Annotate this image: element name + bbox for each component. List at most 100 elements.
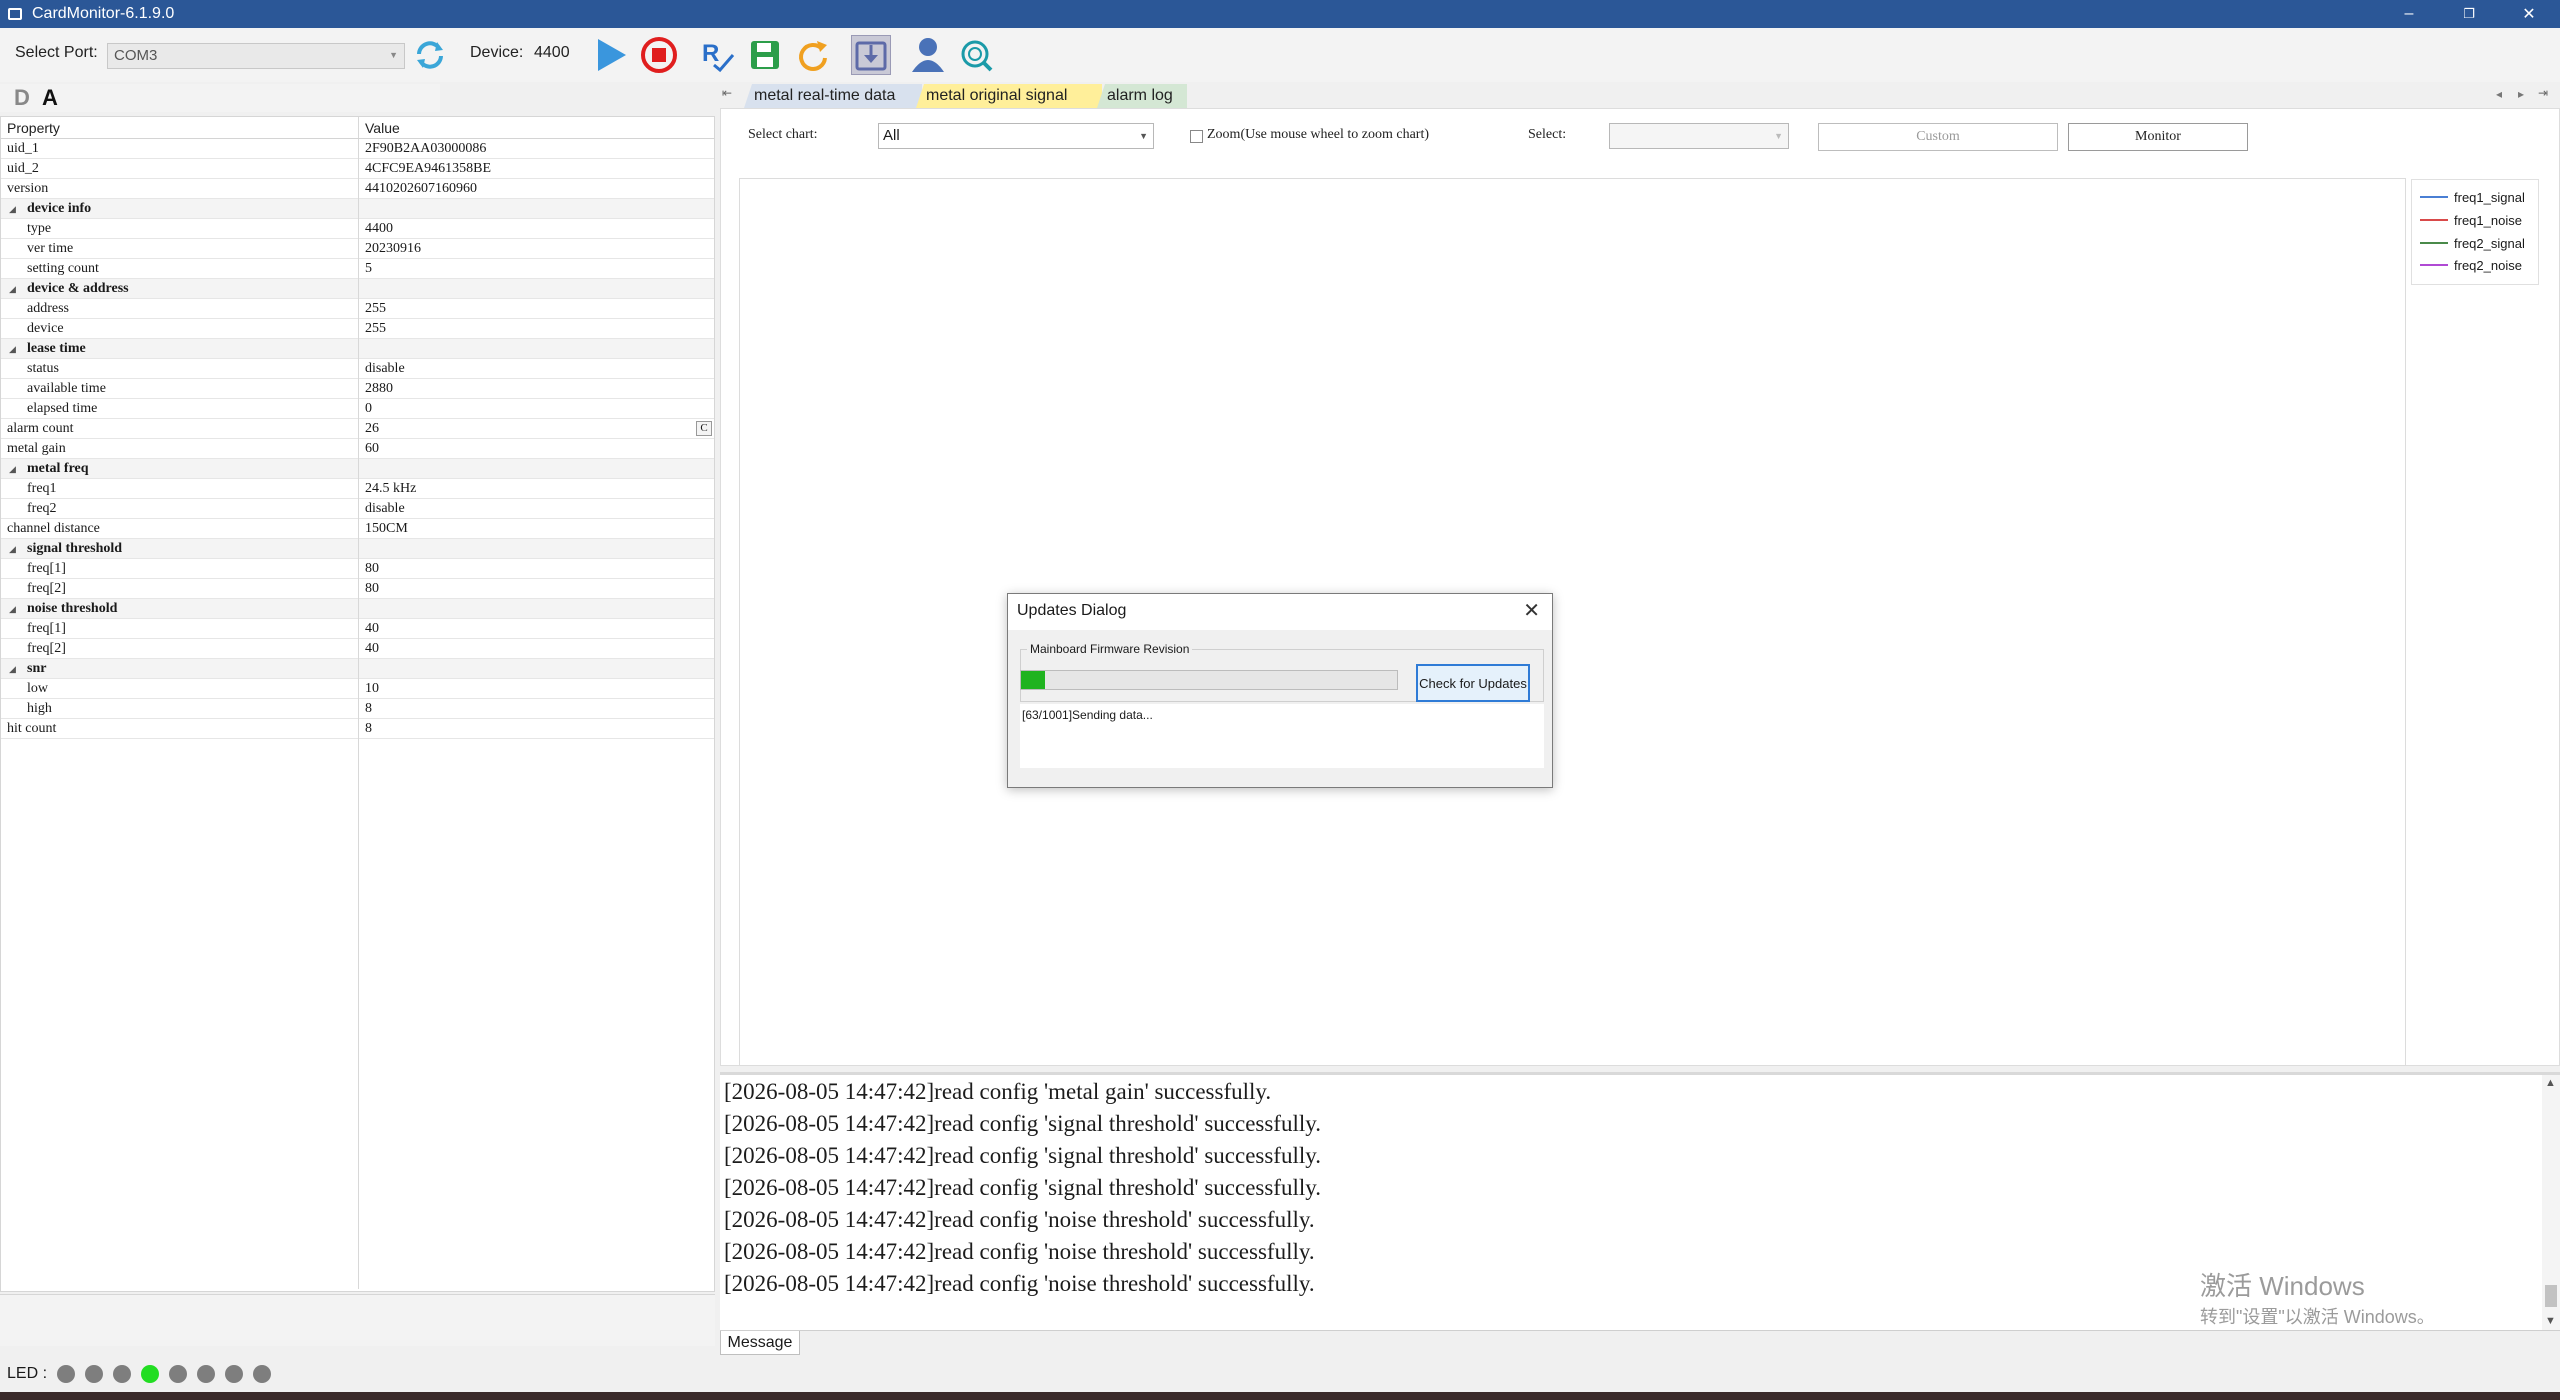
close-button[interactable]: ✕ [2500, 0, 2558, 28]
firmware-update-button[interactable] [851, 35, 891, 75]
tab-metal-original-signal[interactable]: metal original signal [916, 84, 1102, 108]
tab-alarm-log[interactable]: alarm log [1097, 84, 1187, 108]
log-line: [2026-08-05 14:47:42]read config 'signal… [724, 1111, 1322, 1136]
taskbar [0, 1392, 2560, 1400]
tab-next-icon[interactable]: ▸ [2518, 87, 2524, 101]
chart-legend: freq1_signal freq1_noise freq2_signal fr… [2411, 179, 2539, 285]
dialog-body: Mainboard Firmware Revision Check for Up… [1008, 630, 1552, 787]
start-button[interactable] [591, 35, 631, 75]
log-line: [2026-08-05 14:47:42]read config 'metal … [724, 1079, 1272, 1104]
scroll-left-icon[interactable]: ⇤ [722, 86, 732, 100]
minimize-button[interactable]: – [2380, 0, 2438, 28]
collapse-icon[interactable]: ◢ [9, 199, 16, 219]
legend-swatch [2420, 264, 2448, 266]
log-line: [2026-08-05 14:47:42]read config 'signal… [724, 1143, 1322, 1168]
clear-alarm-count-button[interactable]: C [696, 421, 712, 436]
refresh-ports-button[interactable] [410, 35, 450, 75]
scroll-up-icon[interactable]: ▲ [2545, 1077, 2556, 1089]
title-bar: CardMonitor-6.1.9.0 – ❐ ✕ [0, 0, 2560, 28]
port-value: COM3 [114, 47, 158, 64]
reload-icon [799, 41, 827, 71]
user-button[interactable] [908, 35, 948, 75]
custom-button[interactable]: Custom [1818, 123, 2058, 151]
collapse-icon[interactable]: ◢ [9, 279, 16, 299]
tab-strip: ⇤ metal real-time data metal original si… [720, 84, 2560, 108]
property-grid: Property Value uid_1 2F90B2AA03000086 uid… [0, 116, 715, 1292]
chart-plot-area[interactable] [739, 178, 2406, 1066]
led-indicator [85, 1365, 104, 1383]
tab-prev-icon[interactable]: ◂ [2496, 87, 2502, 101]
save-button[interactable] [745, 35, 785, 75]
scroll-thumb[interactable] [2545, 1285, 2557, 1307]
search-icon [961, 40, 993, 72]
d-toggle[interactable]: D [14, 85, 30, 111]
port-select[interactable]: COM3 ▼ [107, 43, 405, 69]
update-status: [63/1001]Sending data... [1020, 704, 1544, 768]
reset-button[interactable] [793, 35, 833, 75]
firmware-group-label: Mainboard Firmware Revision [1030, 642, 1190, 656]
save-icon [751, 41, 779, 69]
device-value: 4400 [534, 44, 570, 61]
log-tabbar: Message [720, 1330, 2560, 1356]
collapse-icon[interactable]: ◢ [9, 339, 16, 359]
tab-message[interactable]: Message [720, 1331, 800, 1355]
dialog-title: Updates Dialog [1017, 602, 1127, 619]
led-indicator [141, 1365, 160, 1383]
led-indicator [169, 1365, 188, 1383]
led-label: LED : [7, 1365, 48, 1382]
property-header: Property Value [1, 117, 714, 139]
legend-item: freq1_noise [2420, 211, 2522, 229]
dialog-close-icon[interactable]: ✕ [1523, 598, 1540, 623]
collapse-icon[interactable]: ◢ [9, 659, 16, 679]
zoom-checkbox[interactable] [1190, 130, 1203, 143]
download-icon [855, 41, 887, 71]
user-icon [912, 38, 944, 72]
property-description [0, 1294, 715, 1346]
chevron-down-icon: ▼ [1774, 131, 1783, 141]
monitor-button[interactable]: Monitor [2068, 123, 2248, 151]
log-line: [2026-08-05 14:47:42]read config 'signal… [724, 1175, 1322, 1200]
led-bar: LED : [0, 1356, 2560, 1392]
legend-item: freq2_signal [2420, 234, 2525, 252]
collapse-icon[interactable]: ◢ [9, 539, 16, 559]
restore-button[interactable]: ❐ [2440, 0, 2498, 28]
device-label: Device: [470, 44, 524, 61]
legend-swatch [2420, 242, 2448, 244]
tab-metal-real-time-data[interactable]: metal real-time data [744, 84, 922, 108]
scroll-right-icon[interactable]: ⇥ [2538, 86, 2548, 100]
chart-panel: Select chart: All ▼ Zoom(Use mouse wheel… [720, 108, 2560, 1066]
search-device-button[interactable] [956, 35, 996, 75]
select-combo[interactable]: ▼ [1609, 123, 1789, 149]
watermark-line2: 转到"设置"以激活 Windows。 [2200, 1307, 2435, 1327]
stop-icon [641, 37, 677, 73]
watermark-line1: 激活 Windows [2200, 1271, 2365, 1301]
legend-item: freq2_noise [2420, 256, 2522, 274]
legend-swatch [2420, 219, 2448, 221]
led-indicator [113, 1365, 132, 1383]
chevron-down-icon: ▼ [1139, 131, 1148, 141]
play-icon [598, 39, 626, 71]
led-indicator [225, 1365, 244, 1383]
log-scrollbar[interactable]: ▲ ▼ [2542, 1075, 2560, 1333]
property-column-header: Property [1, 117, 359, 138]
refresh-icon [417, 41, 443, 69]
collapse-icon[interactable]: ◢ [9, 599, 16, 619]
chevron-down-icon: ▼ [389, 50, 398, 60]
led-indicator [197, 1365, 216, 1383]
app-icon [8, 8, 22, 20]
log-line: [2026-08-05 14:47:42]read config 'noise … [724, 1207, 1315, 1232]
check-for-updates-button[interactable]: Check for Updates [1416, 664, 1530, 702]
zoom-label: Zoom(Use mouse wheel to zoom chart) [1207, 127, 1429, 142]
scroll-down-icon[interactable]: ▼ [2545, 1315, 2556, 1327]
value-column-header: Value [365, 120, 400, 136]
log-line: [2026-08-05 14:47:42]read config 'noise … [724, 1239, 1315, 1264]
select-label: Select: [1528, 127, 1567, 142]
select-chart-combo[interactable]: All ▼ [878, 123, 1154, 149]
collapse-icon[interactable]: ◢ [9, 459, 16, 479]
svg-text:R: R [702, 40, 719, 67]
stop-button[interactable] [639, 35, 679, 75]
read-config-button[interactable]: R [698, 35, 738, 75]
column-divider [358, 139, 359, 1289]
a-toggle[interactable]: A [42, 85, 58, 111]
toolbar: Select Port: COM3 ▼ Device: 4400 R [0, 28, 2560, 82]
